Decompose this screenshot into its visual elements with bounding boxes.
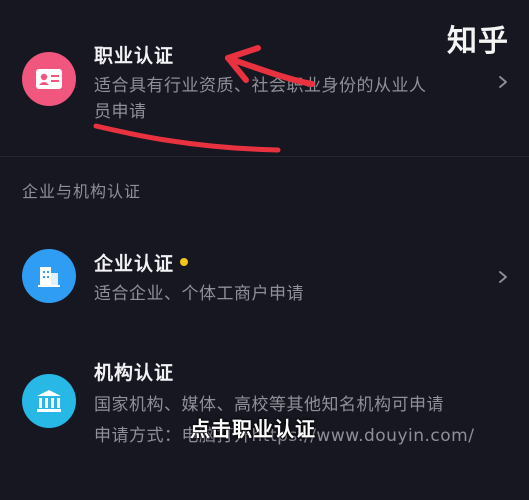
chevron-right-icon <box>499 76 507 88</box>
id-card-icon <box>22 52 76 106</box>
institution-building-icon <box>22 374 76 428</box>
professional-verification-desc-line2: 员申请 <box>94 102 147 122</box>
professional-verification-item[interactable]: 职业认证 适合具有行业资质、社会职业身份的从业人 员申请 <box>0 0 529 150</box>
institution-verification-title: 机构认证 <box>94 362 175 384</box>
section-header-enterprise-institution: 企业与机构认证 <box>22 182 142 201</box>
divider <box>0 156 529 157</box>
chevron-right-icon <box>499 271 507 283</box>
building-icon <box>22 249 76 303</box>
verification-page: 知乎 职业认证 适合具有行业资质、社会职业身份的从业人 员申请 企业与机构认证 <box>0 0 529 500</box>
institution-verification-item[interactable]: 机构认证 国家机构、媒体、高校等其他知名机构可申请 申请方式：电脑打开https… <box>0 345 529 465</box>
enterprise-verification-title-text: 企业认证 <box>94 253 175 275</box>
professional-verification-desc-line1: 适合具有行业资质、社会职业身份的从业人 <box>94 76 427 96</box>
enterprise-verification-title: 企业认证 <box>94 249 189 276</box>
video-caption: 点击职业认证 <box>190 417 316 441</box>
professional-verification-title: 职业认证 <box>94 45 175 67</box>
enterprise-verification-desc: 适合企业、个体工商户申请 <box>94 284 304 304</box>
notification-dot <box>180 257 189 266</box>
enterprise-verification-item[interactable]: 企业认证 适合企业、个体工商户申请 <box>0 225 529 335</box>
